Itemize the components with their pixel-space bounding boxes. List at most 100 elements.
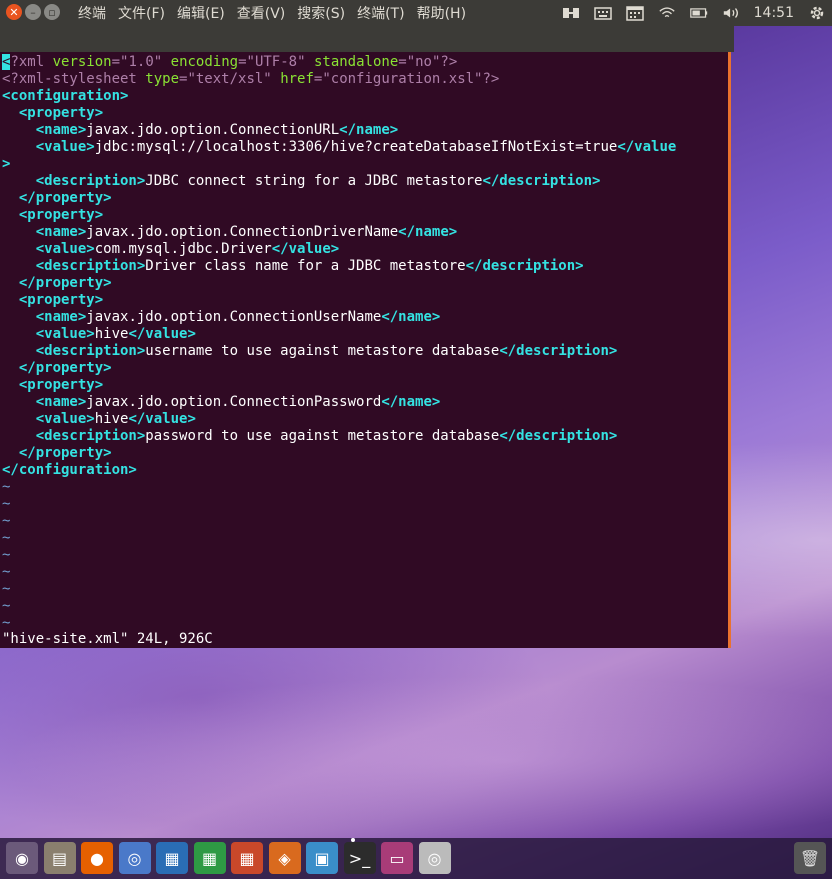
- menu-edit[interactable]: 编辑(E): [177, 3, 225, 23]
- code-token: com.mysql.jdbc.Driver: [94, 241, 272, 257]
- menu-file[interactable]: 文件(F): [118, 3, 165, 23]
- code-line: <property>: [2, 105, 103, 122]
- code-token: href: [280, 71, 314, 87]
- software-center-icon[interactable]: ◈: [268, 842, 301, 874]
- code-token: =: [238, 54, 247, 70]
- code-line: <name>javax.jdo.option.ConnectionUserNam…: [2, 309, 441, 326]
- gear-icon[interactable]: [808, 5, 826, 21]
- code-line: <name>javax.jdo.option.ConnectionPasswor…: [2, 394, 441, 411]
- trash-icon[interactable]: 🗑: [794, 842, 826, 874]
- code-token: </description>: [499, 343, 618, 359]
- code-token: </description>: [482, 173, 601, 189]
- code-line: <value>hive</value>: [2, 411, 196, 428]
- menu-app-title: 终端: [78, 6, 106, 22]
- code-token: </property>: [18, 275, 112, 291]
- code-token: ?xml: [10, 54, 53, 70]
- code-token: javax.jdo.option.ConnectionPassword: [86, 394, 382, 410]
- top-panel: ✕ – ▫ 终端 文件(F) 编辑(E) 查看(V) 搜索(S) 终端(T) 帮…: [0, 0, 832, 26]
- code-line: <name>javax.jdo.option.ConnectionURL</na…: [2, 122, 398, 139]
- code-token: Driver class name for a JDBC metastore: [145, 258, 466, 274]
- menu-terminal[interactable]: 终端(T): [357, 3, 404, 23]
- code-token: jdbc:mysql://localhost:3306/hive?createD…: [94, 139, 618, 155]
- code-token: javax.jdo.option.ConnectionDriverName: [86, 224, 399, 240]
- code-token: ~: [2, 479, 11, 495]
- image-viewer-icon[interactable]: ▣: [306, 842, 338, 874]
- code-token: <description>: [35, 258, 146, 274]
- code-line: <property>: [2, 292, 103, 309]
- code-token: "1.0": [120, 54, 163, 70]
- code-token: =: [398, 54, 407, 70]
- code-token: type: [145, 71, 180, 87]
- code-token: </configuration>: [2, 462, 137, 478]
- code-token: <description>: [35, 343, 146, 359]
- calc-icon[interactable]: ▦: [193, 842, 226, 874]
- code-token: <configuration>: [2, 88, 129, 104]
- code-token: ~: [2, 547, 11, 563]
- code-token: version: [52, 54, 112, 70]
- code-line: <property>: [2, 377, 103, 394]
- maximize-icon[interactable]: ▫: [44, 4, 60, 20]
- code-token: username to use against metastore databa…: [145, 343, 500, 359]
- battery-icon[interactable]: [689, 5, 708, 21]
- empty-line-marker: ~: [2, 479, 10, 496]
- terminal-titlebar: [0, 26, 734, 52]
- ubuntu-dash-icon[interactable]: ◉: [6, 842, 38, 874]
- code-token: <value>: [35, 326, 95, 342]
- menu-search[interactable]: 搜索(S): [297, 3, 345, 23]
- code-token: ~: [2, 615, 11, 631]
- files-icon[interactable]: ▤: [43, 842, 76, 874]
- code-token: ~: [2, 581, 11, 597]
- code-token: <description>: [35, 173, 146, 189]
- code-token: <value>: [35, 241, 95, 257]
- terminal-icon[interactable]: >_: [343, 842, 376, 874]
- code-line: <property>: [2, 207, 103, 224]
- firefox-icon[interactable]: ●: [81, 842, 113, 874]
- empty-line-marker: ~: [2, 615, 10, 632]
- code-token: </name>: [339, 122, 399, 138]
- keyboard-icon[interactable]: [593, 5, 612, 21]
- disc-icon[interactable]: ◎: [418, 842, 451, 874]
- code-token: </name>: [381, 394, 441, 410]
- transfer-icon[interactable]: [562, 5, 580, 21]
- empty-line-marker: ~: [2, 598, 10, 615]
- code-line: <?xml version="1.0" encoding="UTF-8" sta…: [2, 54, 457, 71]
- code-token: ~: [2, 496, 11, 512]
- window-controls: ✕ – ▫: [6, 4, 60, 20]
- code-token: <property>: [18, 207, 104, 223]
- empty-line-marker: ~: [2, 513, 10, 530]
- close-icon[interactable]: ✕: [6, 4, 22, 20]
- calendar-icon[interactable]: [625, 5, 644, 21]
- impress-icon[interactable]: ▦: [231, 842, 263, 874]
- settings-window-icon[interactable]: ▭: [381, 842, 413, 874]
- code-token: </description>: [499, 428, 618, 444]
- terminal-window[interactable]: <?xml version="1.0" encoding="UTF-8" sta…: [0, 52, 731, 648]
- code-token: <name>: [35, 224, 87, 240]
- code-token: javax.jdo.option.ConnectionUserName: [86, 309, 382, 325]
- launcher-dock: ◉ ▤ ● ◎ ▦ ▦ ▦ ◈ ▣ >_ ▭ ◎ 🗑: [0, 838, 832, 879]
- minimize-icon[interactable]: –: [25, 4, 41, 20]
- code-token: standalone: [313, 54, 399, 70]
- writer-icon[interactable]: ▦: [156, 842, 188, 874]
- volume-icon[interactable]: [722, 5, 740, 21]
- menu-view[interactable]: 查看(V): [237, 3, 286, 23]
- code-line: <name>javax.jdo.option.ConnectionDriverN…: [2, 224, 457, 241]
- menu-help[interactable]: 帮助(H): [417, 3, 466, 23]
- chromium-icon[interactable]: ◎: [118, 842, 151, 874]
- code-token: <value>: [35, 139, 95, 155]
- code-token: hive: [94, 411, 129, 427]
- code-token: ?>: [440, 54, 458, 70]
- system-tray: 14:51: [562, 0, 826, 26]
- clock[interactable]: 14:51: [754, 5, 794, 21]
- wifi-icon[interactable]: [658, 5, 676, 21]
